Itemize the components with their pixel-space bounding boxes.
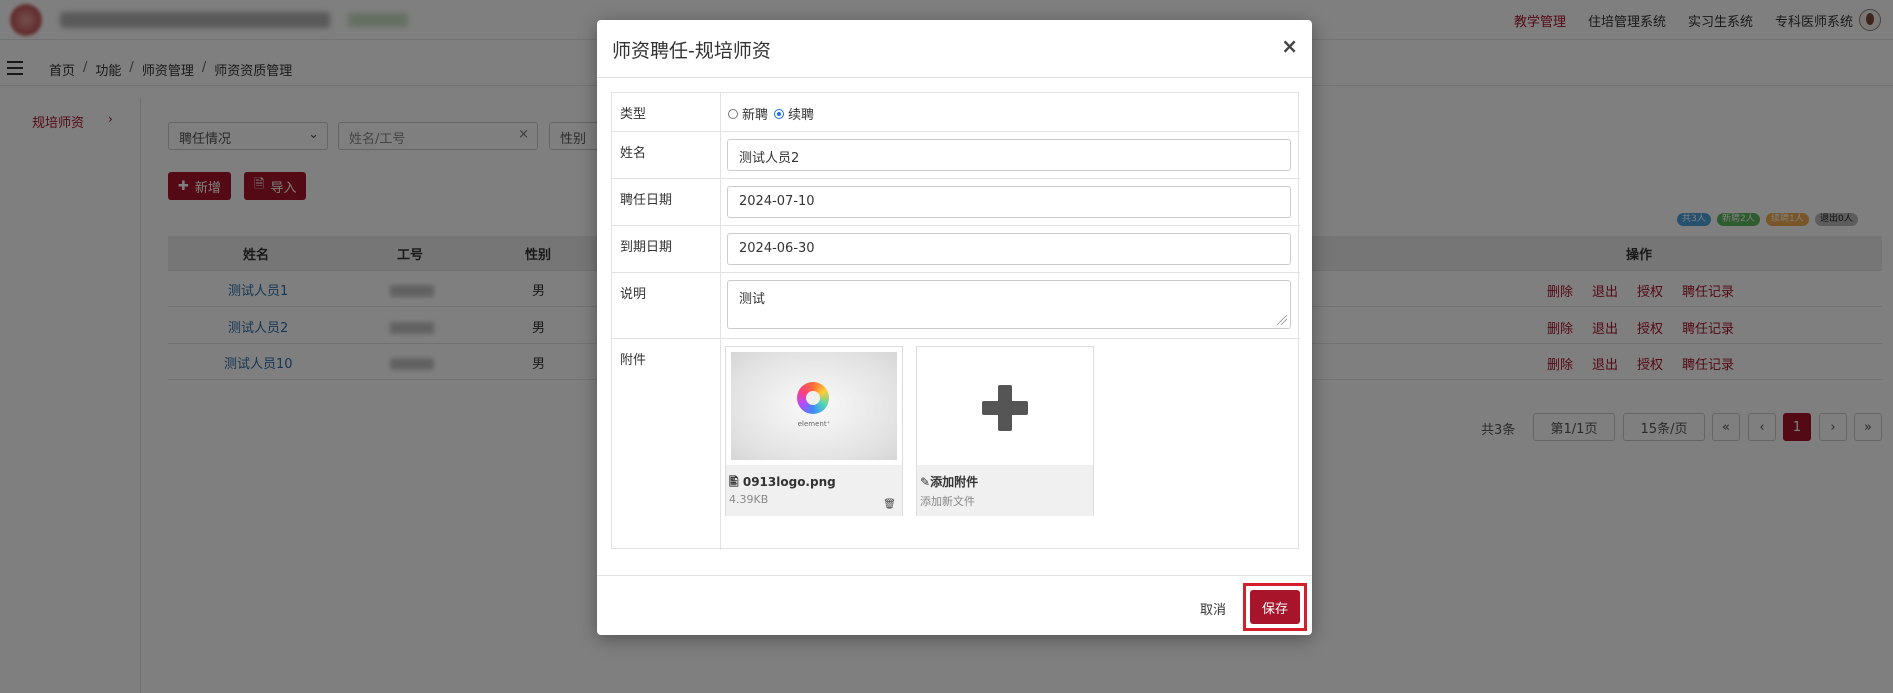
dialog-title: 师资聘任-规培师资 [612, 40, 771, 62]
type-label: 类型 [620, 107, 647, 122]
add-attachment-footer: ✎添加附件 添加新文件 [917, 465, 1093, 516]
name-row: 姓名 测试人员2 [612, 132, 1300, 179]
hire-date-field[interactable]: 2024-07-10 [727, 186, 1291, 218]
faculty-hire-dialog: 师资聘任-规培师资 × 类型 新聘 续聘 姓名 测试人员2 聘任日期 2024-… [597, 20, 1312, 635]
trash-icon[interactable]: 🗑 [883, 499, 896, 510]
add-attachment-card[interactable]: ✎添加附件 添加新文件 [916, 346, 1094, 516]
dialog-footer-divider [597, 575, 1312, 576]
description-row: 说明 测试 [612, 273, 1300, 339]
close-icon[interactable]: × [1281, 34, 1298, 58]
radio-new[interactable]: 新聘 [728, 104, 768, 123]
attachment-filename: 🖺 0913logo.png [729, 475, 836, 489]
add-attachment-sub: 添加新文件 [920, 495, 975, 508]
attachment-size: 4.39KB [729, 493, 769, 506]
image-file-icon: 🖺 [729, 475, 739, 489]
paperclip-icon: ✎ [920, 475, 931, 489]
name-label: 姓名 [620, 146, 647, 161]
add-attachment-title: ✎添加附件 [920, 475, 979, 489]
resize-handle-icon[interactable] [1277, 315, 1287, 325]
name-field[interactable]: 测试人员2 [727, 139, 1291, 171]
cancel-button[interactable]: 取消 [1193, 592, 1233, 624]
type-row: 类型 新聘 续聘 [612, 93, 1300, 132]
radio-renew-circle[interactable] [774, 108, 784, 119]
plus-icon [982, 385, 1028, 431]
element-logo-icon [797, 382, 829, 414]
hire-date-row: 聘任日期 2024-07-10 [612, 179, 1300, 226]
attachment-thumbnail: element⁺ [731, 352, 897, 460]
radio-new-circle[interactable] [728, 108, 738, 119]
attachment-card[interactable]: element⁺ 🖺 0913logo.png 4.39KB 🗑 [725, 346, 903, 516]
dialog-header: 师资聘任-规培师资 × [597, 20, 1312, 78]
expire-date-field[interactable]: 2024-06-30 [727, 233, 1291, 265]
thumbnail-logo-text: element⁺ [797, 420, 831, 428]
expire-date-label: 到期日期 [620, 240, 673, 255]
description-textarea[interactable]: 测试 [727, 280, 1291, 329]
attachment-label: 附件 [620, 353, 647, 368]
hire-date-label: 聘任日期 [620, 193, 673, 208]
description-label: 说明 [620, 287, 647, 302]
attachment-footer: 🖺 0913logo.png 4.39KB 🗑 [726, 465, 902, 516]
save-button-highlight [1243, 583, 1307, 631]
expire-date-row: 到期日期 2024-06-30 [612, 226, 1300, 273]
radio-renew[interactable]: 续聘 [774, 104, 814, 123]
